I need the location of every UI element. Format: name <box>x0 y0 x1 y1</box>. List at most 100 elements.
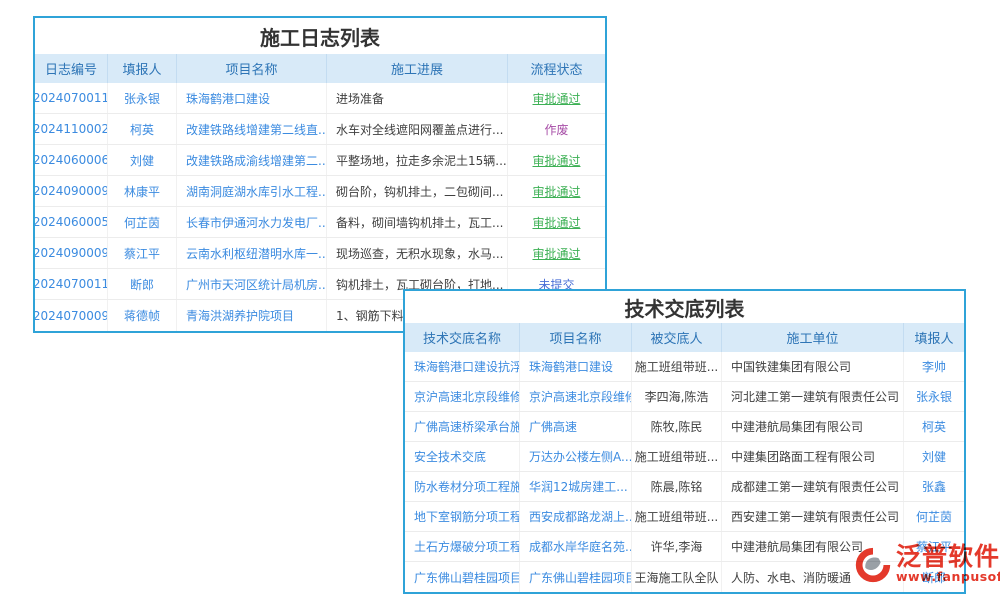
log-progress-cell: 平整场地，拉走多余泥土15辆... <box>327 145 508 175</box>
column-header-reporter: 填报人 <box>108 54 177 83</box>
disclosure-table-row[interactable]: 土石方爆破分项工程... 成都水岸华庭名苑... 许华,李海 中建港航局集团有限… <box>405 532 964 562</box>
log-progress-cell: 砌台阶，钩机排土，二包砌间... <box>327 176 508 206</box>
disclosure-table-row[interactable]: 珠海鹤港口建设抗浮... 珠海鹤港口建设 施工班组带班... 中国铁建集团有限公… <box>405 352 964 382</box>
disclosure-recipient-cell: 施工班组带班... <box>632 442 722 471</box>
disclosure-name-cell[interactable]: 珠海鹤港口建设抗浮... <box>405 352 520 381</box>
disclosure-unit-cell: 中建集团路面工程有限公司 <box>722 442 904 471</box>
disclosure-project-cell[interactable]: 京沪高速北京段维修 <box>520 382 632 411</box>
disclosure-project-cell[interactable]: 万达办公楼左侧A... <box>520 442 632 471</box>
log-status-badge[interactable]: 作废 <box>508 114 605 144</box>
log-project-cell[interactable]: 长春市伊通河水力发电厂... <box>177 207 327 237</box>
disclosure-table-row[interactable]: 安全技术交底 万达办公楼左侧A... 施工班组带班... 中建集团路面工程有限公… <box>405 442 964 472</box>
log-id-cell[interactable]: 2024060005 <box>35 207 108 237</box>
log-status-badge[interactable]: 审批通过 <box>508 238 605 268</box>
log-status-badge[interactable]: 审批通过 <box>508 145 605 175</box>
log-project-cell[interactable]: 改建铁路线增建第二线直... <box>177 114 327 144</box>
disclosure-project-cell[interactable]: 成都水岸华庭名苑... <box>520 532 632 561</box>
disclosure-reporter-cell[interactable]: 柯英 <box>904 412 964 441</box>
disclosure-reporter-cell[interactable]: 何芷茵 <box>904 502 964 531</box>
log-reporter-cell[interactable]: 断郎 <box>108 269 177 299</box>
log-reporter-cell[interactable]: 何芷茵 <box>108 207 177 237</box>
column-header-disclosure-name: 技术交底名称 <box>405 323 520 352</box>
disclosure-recipient-cell: 王海施工队全队 <box>632 562 722 592</box>
technical-disclosure-body: 珠海鹤港口建设抗浮... 珠海鹤港口建设 施工班组带班... 中国铁建集团有限公… <box>405 352 964 592</box>
disclosure-recipient-cell: 陈牧,陈民 <box>632 412 722 441</box>
disclosure-table-row[interactable]: 地下室钢筋分项工程... 西安成都路龙湖上... 施工班组带班... 西安建工第… <box>405 502 964 532</box>
log-status-badge[interactable]: 审批通过 <box>508 176 605 206</box>
disclosure-name-cell[interactable]: 地下室钢筋分项工程... <box>405 502 520 531</box>
disclosure-reporter-cell[interactable]: 断郎 <box>904 562 964 592</box>
disclosure-name-cell[interactable]: 京沪高速北京段维修... <box>405 382 520 411</box>
log-project-cell[interactable]: 改建铁路成渝线增建第二... <box>177 145 327 175</box>
disclosure-recipient-cell: 施工班组带班... <box>632 502 722 531</box>
column-header-log-id: 日志编号 <box>35 54 108 83</box>
disclosure-name-cell[interactable]: 防水卷材分项工程施... <box>405 472 520 501</box>
disclosure-project-cell[interactable]: 广东佛山碧桂园项目 <box>520 562 632 592</box>
disclosure-unit-cell: 中国铁建集团有限公司 <box>722 352 904 381</box>
log-progress-cell: 水车对全线遮阳网覆盖点进行... <box>327 114 508 144</box>
log-status-badge[interactable]: 审批通过 <box>508 207 605 237</box>
log-reporter-cell[interactable]: 柯英 <box>108 114 177 144</box>
construction-log-title: 施工日志列表 <box>35 18 605 54</box>
disclosure-unit-cell: 河北建工第一建筑有限责任公司 <box>722 382 904 411</box>
disclosure-reporter-cell[interactable]: 张鑫 <box>904 472 964 501</box>
disclosure-table-row[interactable]: 广佛高速桥梁承台施... 广佛高速 陈牧,陈民 中建港航局集团有限公司 柯英 <box>405 412 964 442</box>
log-progress-cell: 进场准备 <box>327 83 508 113</box>
log-project-cell[interactable]: 广州市天河区统计局机房... <box>177 269 327 299</box>
disclosure-reporter-cell[interactable]: 李帅 <box>904 352 964 381</box>
disclosure-name-cell[interactable]: 广东佛山碧桂园项目... <box>405 562 520 592</box>
log-reporter-cell[interactable]: 蒋德帧 <box>108 300 177 331</box>
technical-disclosure-header-row: 技术交底名称 项目名称 被交底人 施工单位 填报人 <box>405 323 964 352</box>
log-table-row[interactable]: 2024070011 张永银 珠海鹤港口建设 进场准备 审批通过 <box>35 83 605 114</box>
disclosure-name-cell[interactable]: 土石方爆破分项工程... <box>405 532 520 561</box>
construction-log-panel: 施工日志列表 日志编号 填报人 项目名称 施工进展 流程状态 202407001… <box>33 16 607 333</box>
disclosure-project-cell[interactable]: 华润12城房建工... <box>520 472 632 501</box>
log-project-cell[interactable]: 青海洪湖养护院项目 <box>177 300 327 331</box>
disclosure-table-row[interactable]: 防水卷材分项工程施... 华润12城房建工... 陈晨,陈铭 成都建工第一建筑有… <box>405 472 964 502</box>
log-project-cell[interactable]: 湖南洞庭湖水库引水工程... <box>177 176 327 206</box>
column-header-construction-unit: 施工单位 <box>722 323 904 352</box>
column-header-reporter: 填报人 <box>904 323 964 352</box>
log-reporter-cell[interactable]: 蔡江平 <box>108 238 177 268</box>
column-header-progress: 施工进展 <box>327 54 508 83</box>
log-reporter-cell[interactable]: 张永银 <box>108 83 177 113</box>
log-id-cell[interactable]: 2024090009 <box>35 238 108 268</box>
column-header-recipient: 被交底人 <box>632 323 722 352</box>
disclosure-project-cell[interactable]: 西安成都路龙湖上... <box>520 502 632 531</box>
log-table-row[interactable]: 2024090009 蔡江平 云南水利枢纽潜明水库一... 现场巡查，无积水现象… <box>35 238 605 269</box>
log-progress-cell: 备料，砌间墙钩机排土，瓦工... <box>327 207 508 237</box>
disclosure-recipient-cell: 许华,李海 <box>632 532 722 561</box>
log-id-cell[interactable]: 2024060006 <box>35 145 108 175</box>
disclosure-table-row[interactable]: 广东佛山碧桂园项目... 广东佛山碧桂园项目 王海施工队全队 人防、水电、消防暖… <box>405 562 964 592</box>
log-id-cell[interactable]: 2024110002 <box>35 114 108 144</box>
log-id-cell[interactable]: 2024070011 <box>35 269 108 299</box>
column-header-project: 项目名称 <box>177 54 327 83</box>
disclosure-name-cell[interactable]: 安全技术交底 <box>405 442 520 471</box>
log-table-row[interactable]: 2024060006 刘健 改建铁路成渝线增建第二... 平整场地，拉走多余泥土… <box>35 145 605 176</box>
log-progress-cell: 现场巡查，无积水现象，水马... <box>327 238 508 268</box>
disclosure-project-cell[interactable]: 广佛高速 <box>520 412 632 441</box>
log-reporter-cell[interactable]: 林康平 <box>108 176 177 206</box>
disclosure-unit-cell: 中建港航局集团有限公司 <box>722 532 904 561</box>
disclosure-name-cell[interactable]: 广佛高速桥梁承台施... <box>405 412 520 441</box>
column-header-status: 流程状态 <box>508 54 605 83</box>
log-project-cell[interactable]: 珠海鹤港口建设 <box>177 83 327 113</box>
disclosure-reporter-cell[interactable]: 蔡江平 <box>904 532 964 561</box>
log-id-cell[interactable]: 2024070011 <box>35 83 108 113</box>
disclosure-reporter-cell[interactable]: 张永银 <box>904 382 964 411</box>
construction-log-header-row: 日志编号 填报人 项目名称 施工进展 流程状态 <box>35 54 605 83</box>
disclosure-project-cell[interactable]: 珠海鹤港口建设 <box>520 352 632 381</box>
log-table-row[interactable]: 2024060005 何芷茵 长春市伊通河水力发电厂... 备料，砌间墙钩机排土… <box>35 207 605 238</box>
disclosure-unit-cell: 西安建工第一建筑有限责任公司 <box>722 502 904 531</box>
disclosure-table-row[interactable]: 京沪高速北京段维修... 京沪高速北京段维修 李四海,陈浩 河北建工第一建筑有限… <box>405 382 964 412</box>
log-table-row[interactable]: 2024090009 林康平 湖南洞庭湖水库引水工程... 砌台阶，钩机排土，二… <box>35 176 605 207</box>
log-project-cell[interactable]: 云南水利枢纽潜明水库一... <box>177 238 327 268</box>
technical-disclosure-panel: 技术交底列表 技术交底名称 项目名称 被交底人 施工单位 填报人 珠海鹤港口建设… <box>403 289 966 594</box>
disclosure-reporter-cell[interactable]: 刘健 <box>904 442 964 471</box>
log-table-row[interactable]: 2024110002 柯英 改建铁路线增建第二线直... 水车对全线遮阳网覆盖点… <box>35 114 605 145</box>
log-reporter-cell[interactable]: 刘健 <box>108 145 177 175</box>
log-id-cell[interactable]: 2024090009 <box>35 176 108 206</box>
log-status-badge[interactable]: 审批通过 <box>508 83 605 113</box>
log-id-cell[interactable]: 2024070009 <box>35 300 108 331</box>
disclosure-recipient-cell: 李四海,陈浩 <box>632 382 722 411</box>
